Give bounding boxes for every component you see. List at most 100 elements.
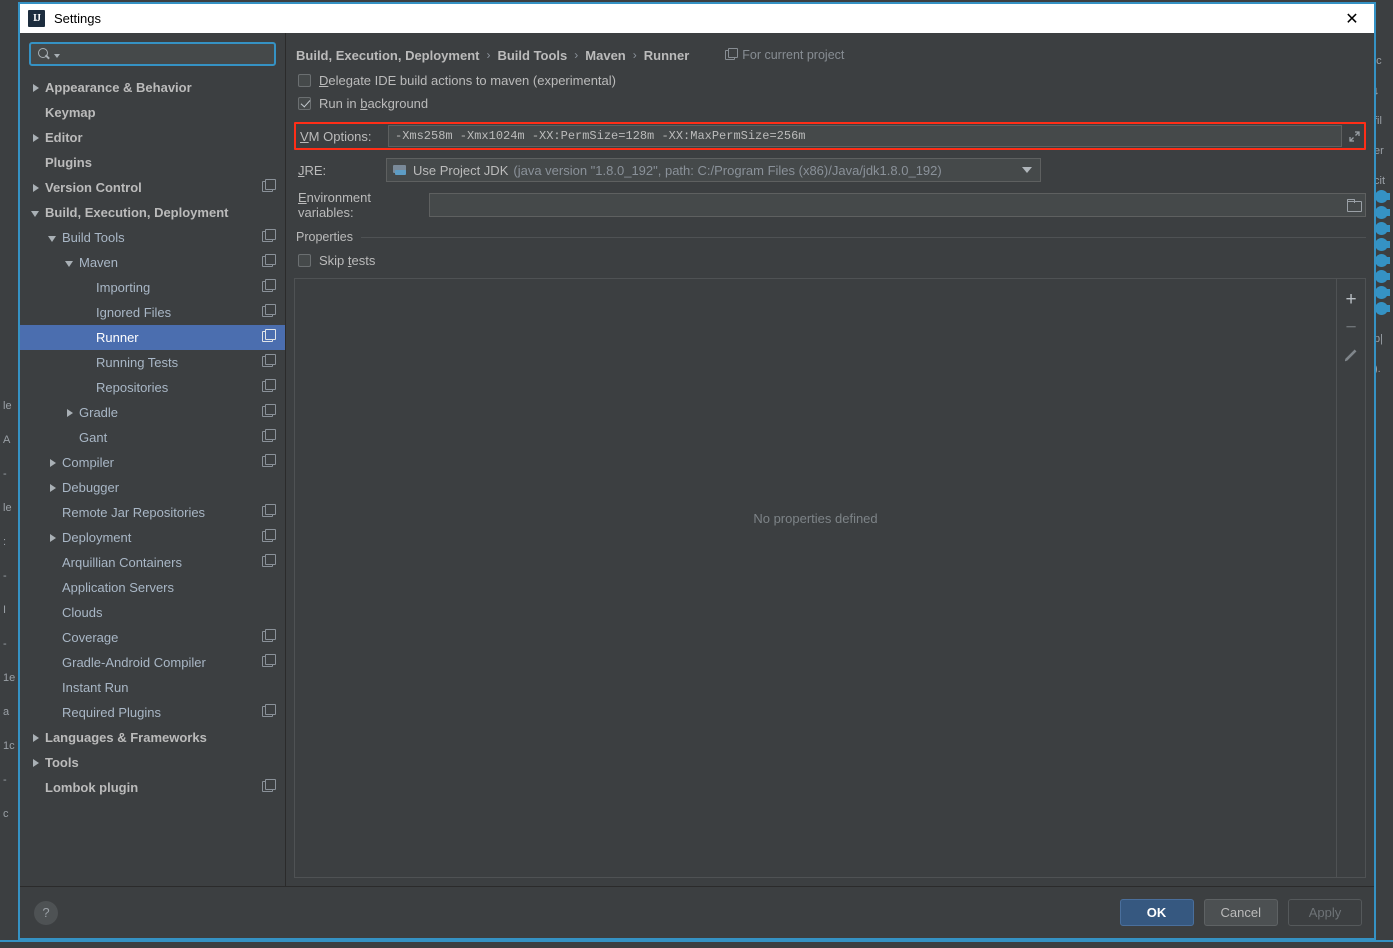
sidebar-item-importing[interactable]: Importing (20, 275, 285, 300)
chevron-right-icon[interactable] (30, 182, 42, 194)
environment-variables-field[interactable] (429, 193, 1366, 217)
gear-icon (1373, 302, 1390, 315)
sidebar-item-editor[interactable]: Editor (20, 125, 285, 150)
sidebar-item-compiler[interactable]: Compiler (20, 450, 285, 475)
delegate-build-actions-checkbox[interactable] (298, 74, 311, 87)
sidebar-item-label: Keymap (45, 105, 96, 120)
sidebar-item-application-servers[interactable]: Application Servers (20, 575, 285, 600)
chevron-down-icon[interactable] (1022, 167, 1032, 173)
sidebar-item-lombok-plugin[interactable]: Lombok plugin (20, 775, 285, 800)
project-scope-icon (262, 704, 276, 717)
dialog-body: Appearance & Behavior Keymap Editor Plugins… (20, 33, 1374, 886)
chevron-down-icon[interactable] (64, 257, 76, 269)
sidebar-item-label: Lombok plugin (45, 780, 139, 795)
sidebar-item-label: Importing (96, 280, 151, 295)
close-icon[interactable]: ✕ (1330, 4, 1374, 33)
sidebar-item-label: Build, Execution, Deployment (45, 205, 229, 220)
sidebar-item-instant-run[interactable]: Instant Run (20, 675, 285, 700)
sidebar-item-build-tools[interactable]: Build Tools (20, 225, 285, 250)
sidebar-item-ignored-files[interactable]: Ignored Files (20, 300, 285, 325)
chevron-right-icon[interactable] (30, 82, 42, 94)
project-scope-icon (262, 229, 276, 242)
cancel-button[interactable]: Cancel (1203, 899, 1278, 926)
sidebar-item-remote-jar-repositories[interactable]: Remote Jar Repositories (20, 500, 285, 525)
sidebar-item-label: Deployment (62, 530, 132, 545)
sidebar-item-runner[interactable]: Runner (20, 325, 285, 350)
sidebar-item-label: Appearance & Behavior (45, 80, 192, 95)
jre-dropdown[interactable]: Use Project JDK (java version "1.8.0_192… (386, 158, 1041, 182)
settings-tree[interactable]: Appearance & Behavior Keymap Editor Plugins… (20, 73, 285, 886)
chevron-right-icon[interactable] (30, 757, 42, 769)
chevron-right-icon[interactable] (47, 457, 59, 469)
run-in-background-row[interactable]: Run in background (294, 92, 1366, 115)
sidebar-item-label: Languages & Frameworks (45, 730, 207, 745)
sidebar-item-build-execution-deployment[interactable]: Build, Execution, Deployment (20, 200, 285, 225)
search-icon (37, 47, 51, 61)
sidebar-item-label: Clouds (62, 605, 103, 620)
chevron-right-icon[interactable] (47, 482, 59, 494)
sidebar-item-arquillian-containers[interactable]: Arquillian Containers (20, 550, 285, 575)
skip-tests-checkbox[interactable] (298, 254, 311, 267)
properties-group-title: Properties (296, 230, 353, 244)
help-button[interactable]: ? (34, 900, 58, 925)
gear-icon (1373, 190, 1390, 203)
sidebar-item-languages-frameworks[interactable]: Languages & Frameworks (20, 725, 285, 750)
search-input[interactable] (60, 47, 268, 61)
sidebar-item-plugins[interactable]: Plugins (20, 150, 285, 175)
chevron-right-icon[interactable] (30, 732, 42, 744)
sidebar-item-repositories[interactable]: Repositories (20, 375, 285, 400)
remove-property-button[interactable]: − (1339, 315, 1363, 339)
sidebar-item-gradle[interactable]: Gradle (20, 400, 285, 425)
chevron-right-icon[interactable] (30, 132, 42, 144)
add-property-button[interactable]: + (1339, 287, 1363, 311)
breadcrumb-separator: › (574, 47, 579, 62)
sidebar-item-keymap[interactable]: Keymap (20, 100, 285, 125)
sidebar-item-version-control[interactable]: Version Control (20, 175, 285, 200)
sidebar-item-clouds[interactable]: Clouds (20, 600, 285, 625)
properties-table[interactable]: No properties defined (294, 278, 1337, 878)
sidebar-item-debugger[interactable]: Debugger (20, 475, 285, 500)
delegate-build-actions-row[interactable]: Delegate IDE build actions to maven (exp… (294, 69, 1366, 92)
breadcrumb-item-1[interactable]: Build Tools (497, 48, 567, 63)
skip-tests-row[interactable]: Skip tests (294, 249, 1366, 272)
sidebar-item-label: Remote Jar Repositories (62, 505, 206, 520)
apply-button[interactable]: Apply (1288, 899, 1362, 926)
vm-options-input[interactable]: -Xms258m -Xmx1024m -XX:PermSize=128m -XX… (388, 125, 1342, 147)
sidebar-item-appearance-behavior[interactable]: Appearance & Behavior (20, 75, 285, 100)
breadcrumb-item-3[interactable]: Runner (644, 48, 690, 63)
chevron-down-icon[interactable] (30, 207, 42, 219)
chevron-right-icon[interactable] (64, 407, 76, 419)
breadcrumb-item-2[interactable]: Maven (585, 48, 625, 63)
breadcrumb-item-0[interactable]: Build, Execution, Deployment (296, 48, 479, 63)
sidebar-item-label: Editor (45, 130, 83, 145)
project-scope-icon (262, 554, 276, 567)
sidebar-item-running-tests[interactable]: Running Tests (20, 350, 285, 375)
chevron-down-icon[interactable] (47, 232, 59, 244)
sidebar-item-coverage[interactable]: Coverage (20, 625, 285, 650)
sidebar-item-tools[interactable]: Tools (20, 750, 285, 775)
environment-variables-label-text: nvironment variables: (298, 190, 371, 220)
sidebar-item-label: Gradle (79, 405, 119, 420)
search-box[interactable] (29, 42, 276, 66)
run-in-background-checkbox[interactable] (298, 97, 311, 110)
ok-button[interactable]: OK (1119, 899, 1194, 926)
expand-icon[interactable] (1344, 125, 1364, 147)
sidebar-item-maven[interactable]: Maven (20, 250, 285, 275)
sidebar-item-gant[interactable]: Gant (20, 425, 285, 450)
chevron-right-icon[interactable] (47, 532, 59, 544)
environment-variables-input[interactable] (430, 198, 1345, 212)
edit-property-button[interactable] (1339, 343, 1363, 367)
environment-variables-row: Environment variables: (294, 190, 1366, 220)
sidebar-item-required-plugins[interactable]: Required Plugins (20, 700, 285, 725)
sidebar-item-deployment[interactable]: Deployment (20, 525, 285, 550)
folder-icon[interactable] (1345, 197, 1362, 213)
sidebar-item-gradle-android-compiler[interactable]: Gradle-Android Compiler (20, 650, 285, 675)
breadcrumb: Build, Execution, Deployment › Build Too… (294, 41, 1366, 69)
sidebar-item-label: Version Control (45, 180, 142, 195)
